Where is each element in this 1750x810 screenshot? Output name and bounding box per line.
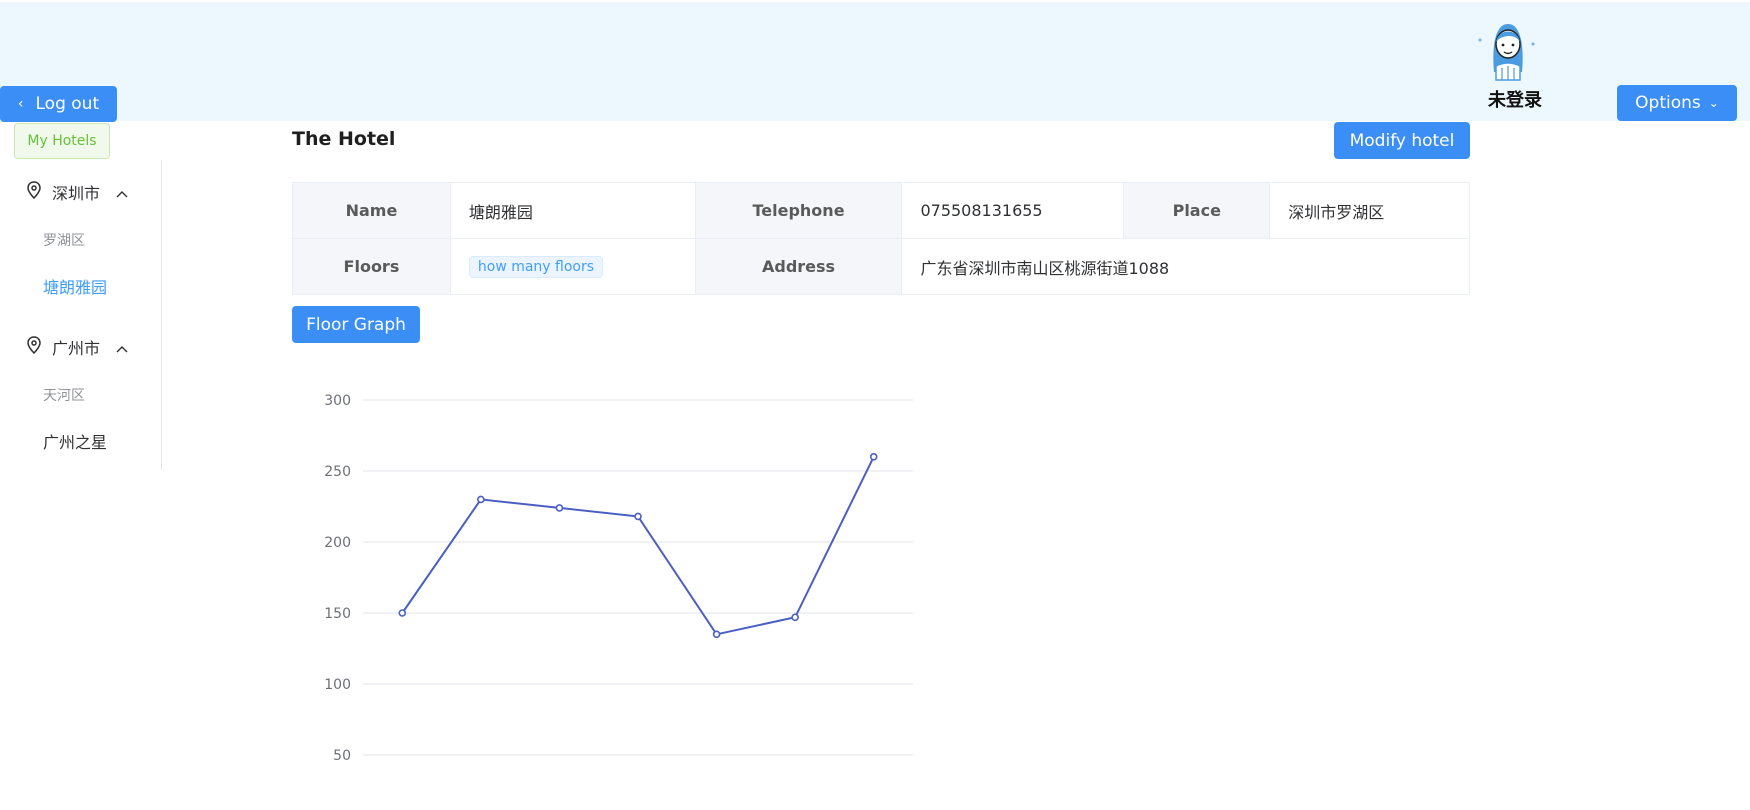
y-tick-label: 300 [324, 393, 351, 409]
data-point[interactable] [398, 609, 407, 617]
telephone-value: 075508131655 [901, 182, 1125, 239]
series-line [401, 456, 875, 636]
floors-tag: how many floors [468, 255, 604, 278]
data-point[interactable] [712, 630, 721, 639]
y-tick-label: 100 [324, 677, 351, 693]
data-point[interactable] [791, 613, 799, 622]
data-point[interactable] [634, 512, 642, 521]
modify-hotel-button[interactable]: Modify hotel [1334, 122, 1470, 159]
user-name: 未登录 [1488, 90, 1542, 111]
table-row: Floors how many floors Address 广东省深圳市南山区… [292, 238, 1470, 295]
data-point[interactable] [477, 495, 485, 504]
y-tick-label: 250 [324, 464, 351, 480]
y-tick-label: 200 [324, 535, 351, 551]
table-row: Name 塘朗雅园 Telephone 075508131655 Place 深… [292, 182, 1470, 239]
location-pin-icon [26, 336, 42, 358]
address-value: 广东省深圳市南山区桃源街道1088 [901, 238, 1470, 295]
chevron-left-icon: ‹ [17, 96, 24, 112]
location-pin-icon [26, 181, 42, 203]
avatar[interactable] [1476, 10, 1542, 82]
floor-line-chart: 50 100 150 200 250 300 [324, 393, 913, 764]
chevron-up-icon [116, 338, 128, 357]
hotel-info-table: Name 塘朗雅园 Telephone 075508131655 Place 深… [292, 182, 1470, 295]
chevron-down-icon: ⌄ [1708, 96, 1719, 110]
sidebar-district-luohu: 罗湖区 [43, 233, 85, 249]
data-point[interactable] [869, 453, 878, 461]
y-tick-label: 150 [324, 606, 351, 622]
y-tick-label: 50 [333, 748, 351, 764]
place-value: 深圳市罗湖区 [1269, 182, 1470, 239]
address-label: Address [694, 238, 903, 295]
data-point[interactable] [555, 504, 564, 512]
sidebar-menu: 深圳市 罗湖区 塘朗雅园 广州市 天河区 广州之星 [0, 160, 162, 470]
floor-graph-button[interactable]: Floor Graph [292, 306, 420, 343]
page-title: The Hotel [292, 128, 396, 150]
sidebar-city-shenzhen[interactable]: 深圳市 [26, 180, 128, 204]
name-value: 塘朗雅园 [449, 182, 696, 239]
sidebar-item-guangzhou-star[interactable]: 广州之星 [43, 429, 107, 453]
sidebar-item-tanglang[interactable]: 塘朗雅园 [43, 274, 107, 298]
options-dropdown-button[interactable]: Options ⌄ [1617, 85, 1737, 121]
sidebar-district-tianhe: 天河区 [43, 388, 85, 404]
chevron-up-icon [116, 183, 128, 202]
my-hotels-tag: My Hotels [14, 123, 110, 159]
floors-cell: how many floors [449, 238, 696, 295]
floors-label: Floors [292, 238, 451, 295]
sidebar-city-guangzhou[interactable]: 广州市 [26, 335, 128, 359]
telephone-label: Telephone [694, 182, 903, 239]
logout-button[interactable]: ‹ Log out [0, 86, 117, 122]
name-label: Name [292, 182, 451, 239]
place-label: Place [1123, 182, 1271, 239]
